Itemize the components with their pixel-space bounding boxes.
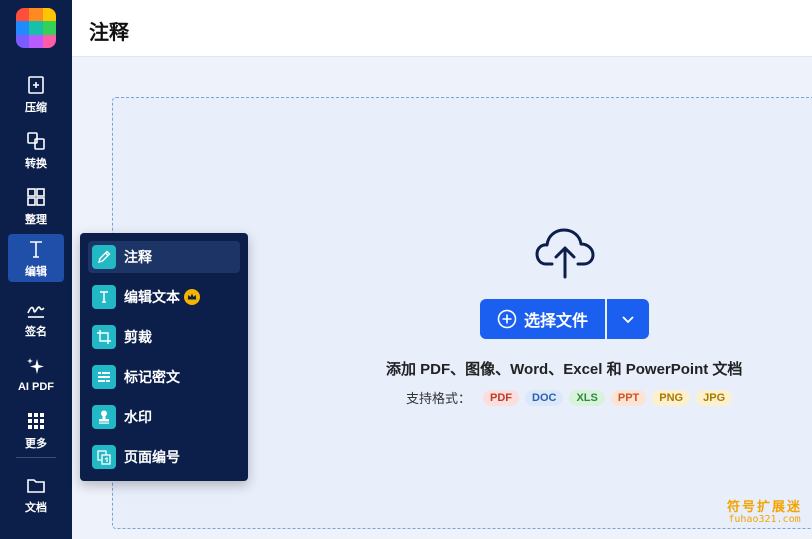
sidebar: 压缩 转换 整理 编辑 签名 AI PDF 更多 文档	[0, 0, 72, 539]
menu-item-watermark[interactable]: 水印	[88, 401, 240, 433]
stamp-icon	[92, 405, 116, 429]
format-badge-pdf: PDF	[483, 389, 520, 406]
text-icon	[92, 285, 116, 309]
sidebar-item-label: 文档	[25, 501, 47, 514]
watermark-url: fuhao321.com	[728, 514, 801, 525]
sidebar-item-label: 压缩	[25, 101, 47, 114]
edit-menu: 注释 编辑文本 剪裁 标记密文 水印 页面编号	[80, 233, 248, 481]
menu-item-label: 注释	[124, 249, 152, 265]
sidebar-divider	[16, 457, 56, 458]
folder-icon	[27, 478, 45, 493]
chevron-down-icon	[622, 316, 634, 324]
formats-label: 支持格式：	[406, 391, 472, 406]
page-title: 注释	[89, 22, 129, 44]
choose-file-label: 选择文件	[523, 313, 588, 330]
sidebar-item-sign[interactable]: 签名	[8, 294, 64, 342]
sidebar-item-more[interactable]: 更多	[8, 406, 64, 454]
format-badge-ppt: PPT	[610, 389, 647, 406]
menu-item-annotate[interactable]: 注释	[88, 241, 240, 273]
site-watermark: 符号扩展迷 fuhao321.com	[727, 500, 802, 525]
menu-item-edit-text[interactable]: 编辑文本	[88, 281, 240, 313]
format-badge-png: PNG	[652, 389, 691, 406]
edit-text-icon	[30, 240, 42, 258]
sidebar-item-label: 编辑	[25, 265, 47, 278]
choose-file-button[interactable]: 选择文件	[480, 299, 605, 339]
menu-item-label: 编辑文本	[124, 289, 180, 305]
menu-item-label: 页面编号	[124, 449, 180, 465]
sidebar-item-label: 更多	[25, 437, 47, 450]
supported-formats: 支持格式： PDF DOC XLS PPT PNG JPG	[406, 388, 733, 407]
menu-item-crop[interactable]: 剪裁	[88, 321, 240, 353]
menu-item-label: 标记密文	[124, 369, 180, 385]
app-logo[interactable]	[16, 8, 56, 48]
sidebar-item-label: AI PDF	[17, 380, 55, 393]
upload-description: 添加 PDF、图像、Word、Excel 和 PowerPoint 文档	[386, 361, 743, 378]
sidebar-item-compress[interactable]: 压缩	[8, 70, 64, 118]
convert-icon	[27, 131, 45, 150]
sidebar-item-documents[interactable]: 文档	[8, 470, 64, 518]
compress-icon	[28, 75, 44, 94]
menu-item-page-numbers[interactable]: 页面编号	[88, 441, 240, 473]
sidebar-item-organize[interactable]: 整理	[8, 182, 64, 230]
cloud-upload-icon	[535, 228, 595, 279]
crown-icon	[184, 289, 200, 305]
sidebar-item-edit[interactable]: 编辑	[8, 234, 64, 282]
menu-item-label: 剪裁	[124, 329, 152, 345]
pencil-icon	[92, 245, 116, 269]
watermark-title: 符号扩展迷	[726, 499, 802, 514]
crop-icon	[92, 325, 116, 349]
redact-icon	[92, 365, 116, 389]
menu-item-redact[interactable]: 标记密文	[88, 361, 240, 393]
upload-options-dropdown[interactable]	[607, 299, 649, 339]
sidebar-item-label: 转换	[25, 157, 47, 170]
signature-icon	[27, 305, 45, 318]
page-number-icon	[92, 445, 116, 469]
menu-item-label: 水印	[124, 409, 152, 425]
format-badge-jpg: JPG	[696, 389, 733, 406]
sparkle-icon	[27, 357, 44, 374]
plus-circle-icon	[497, 309, 517, 329]
organize-icon	[27, 187, 45, 206]
format-badge-doc: DOC	[525, 389, 564, 406]
header: 注释	[72, 0, 812, 57]
sidebar-item-label: 签名	[25, 325, 47, 338]
sidebar-item-ai-pdf[interactable]: AI PDF	[8, 350, 64, 398]
sidebar-item-label: 整理	[25, 213, 47, 226]
format-badge-xls: XLS	[569, 389, 605, 406]
grid-dots-icon	[28, 412, 44, 429]
sidebar-item-convert[interactable]: 转换	[8, 126, 64, 174]
